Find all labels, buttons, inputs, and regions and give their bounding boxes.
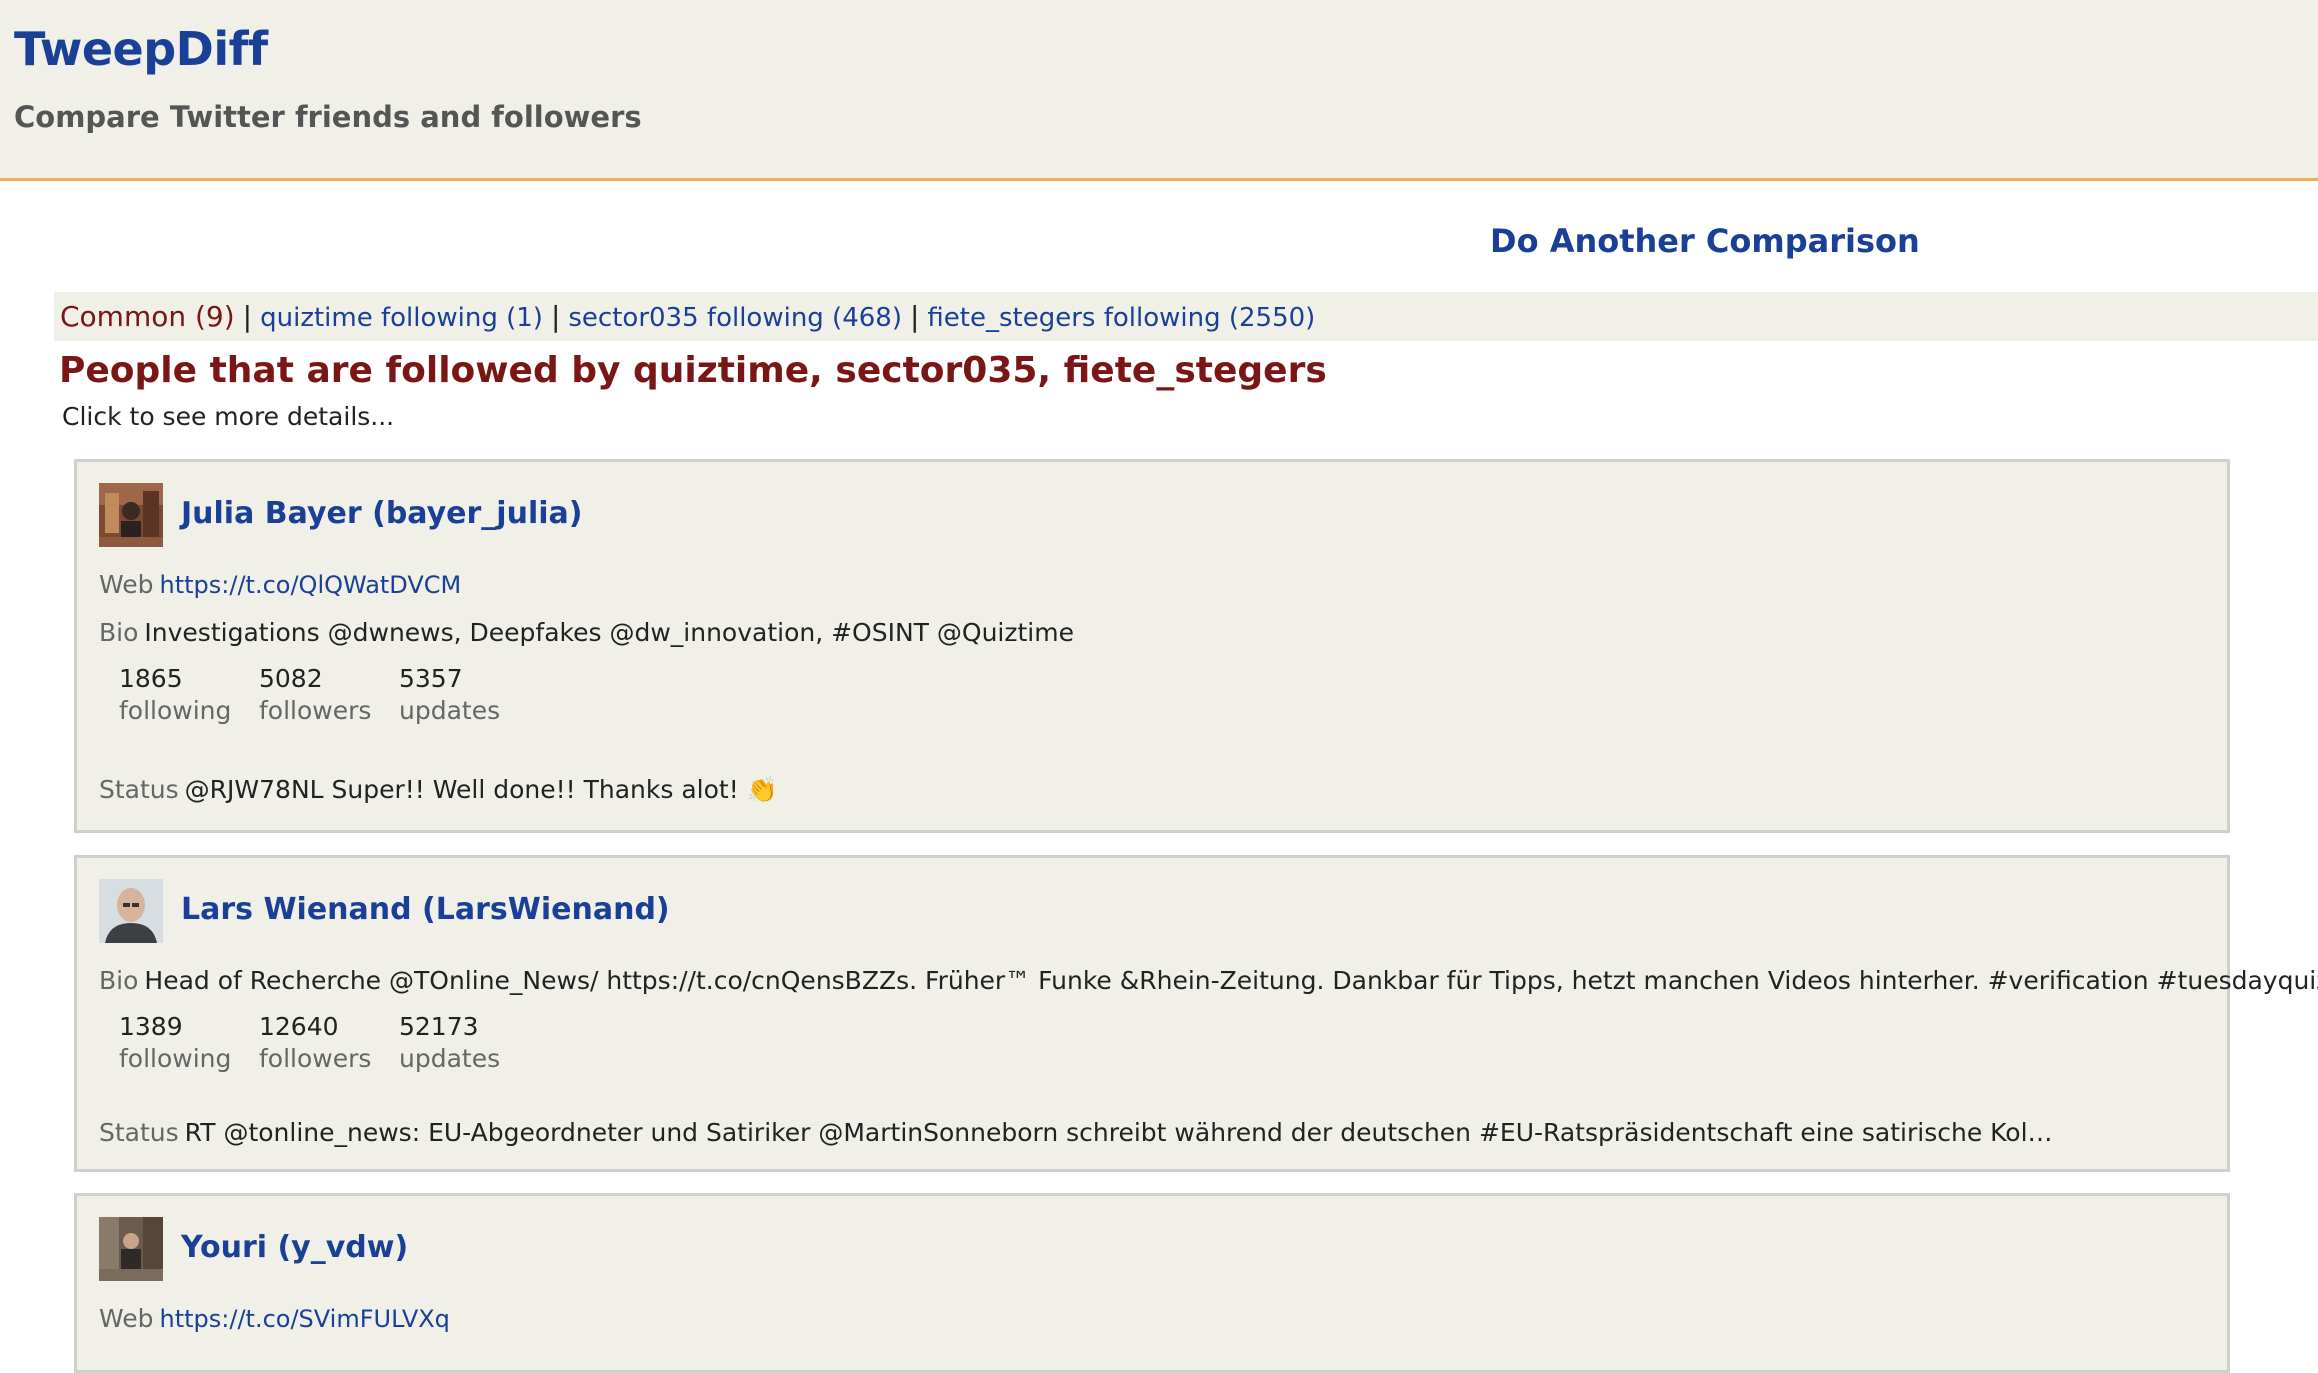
following-label: following [119,1044,232,1073]
tab-separator: | [242,300,253,333]
person-card[interactable]: Julia Bayer (bayer_julia) Web https://t.c… [74,459,2230,833]
person-card[interactable]: Lars Wienand (LarsWienand) Bio Head of Re… [74,855,2318,1172]
web-label: Web [99,1304,154,1333]
status-label: Status [99,775,179,804]
followers-count: 5082 [259,664,323,693]
status-text: @RJW78NL Super!! Well done!! Thanks alot… [184,775,778,804]
person-card[interactable]: Youri (y_vdw) Web https://t.co/SVimFULVXq [74,1193,2230,1373]
bio-row: Bio Head of Recherche @TOnline_News/ http… [99,966,2318,995]
section-title: People that are followed by quiztime, se… [59,350,1327,391]
tab-separator: | [909,300,920,333]
updates-count: 5357 [399,664,463,693]
tab-separator: | [550,300,561,333]
do-another-comparison-link[interactable]: Do Another Comparison [1490,222,1920,260]
followers-label: followers [259,696,372,725]
followers-label: followers [259,1044,372,1073]
tab-sector035-following[interactable]: sector035 following (468) [568,303,902,333]
status-label: Status [99,1118,179,1147]
stat-updates: 52173 updates [399,1011,539,1075]
person-name[interactable]: Lars Wienand (LarsWienand) [181,892,670,927]
tab-fiete-stegers-following[interactable]: fiete_stegers following (2550) [927,303,1315,333]
bio-text: Head of Recherche @TOnline_News/ https:/… [144,966,2318,995]
avatar[interactable] [99,483,163,547]
bio-row: Bio Investigations @dwnews, Deepfakes @dw… [99,618,1074,647]
avatar-image [99,1217,163,1281]
site-tagline: Compare Twitter friends and followers [14,100,642,134]
bio-label: Bio [99,618,139,647]
web-row: Web https://t.co/SVimFULVXq [99,1304,450,1333]
following-label: following [119,696,232,725]
status-text: RT @tonline_news: EU-Abgeordneter und Sa… [184,1118,2053,1147]
web-link[interactable]: https://t.co/QlQWatDVCM [160,571,462,599]
tab-common[interactable]: Common (9) [60,300,235,333]
bio-text: Investigations @dwnews, Deepfakes @dw_in… [144,618,1074,647]
web-row: Web https://t.co/QlQWatDVCM [99,570,461,599]
site-header: TweepDiff Compare Twitter friends and fo… [0,0,2318,181]
web-label: Web [99,570,154,599]
web-link[interactable]: https://t.co/SVimFULVXq [160,1305,450,1333]
stat-updates: 5357 updates [399,663,539,727]
updates-label: updates [399,1044,501,1073]
following-count: 1865 [119,664,183,693]
avatar[interactable] [99,879,163,943]
avatar[interactable] [99,1217,163,1281]
bio-label: Bio [99,966,139,995]
followers-count: 12640 [259,1012,339,1041]
stat-followers: 12640 followers [259,1011,399,1075]
following-count: 1389 [119,1012,183,1041]
tab-quiztime-following[interactable]: quiztime following (1) [260,303,543,333]
stat-following: 1389 following [119,1011,259,1075]
section-hint: Click to see more details... [62,402,395,431]
person-name[interactable]: Youri (y_vdw) [181,1230,408,1265]
status-row: Status RT @tonline_news: EU-Abgeordneter … [99,1118,2053,1147]
updates-label: updates [399,696,501,725]
stat-following: 1865 following [119,663,259,727]
updates-count: 52173 [399,1012,479,1041]
stat-followers: 5082 followers [259,663,399,727]
avatar-image [99,483,163,547]
person-name[interactable]: Julia Bayer (bayer_julia) [181,496,582,531]
comparison-tabs: Common (9) | quiztime following (1) | sector… [54,292,2318,341]
site-title[interactable]: TweepDiff [14,22,268,76]
avatar-image [99,879,163,943]
status-row: Status @RJW78NL Super!! Well done!! Thank… [99,775,778,805]
